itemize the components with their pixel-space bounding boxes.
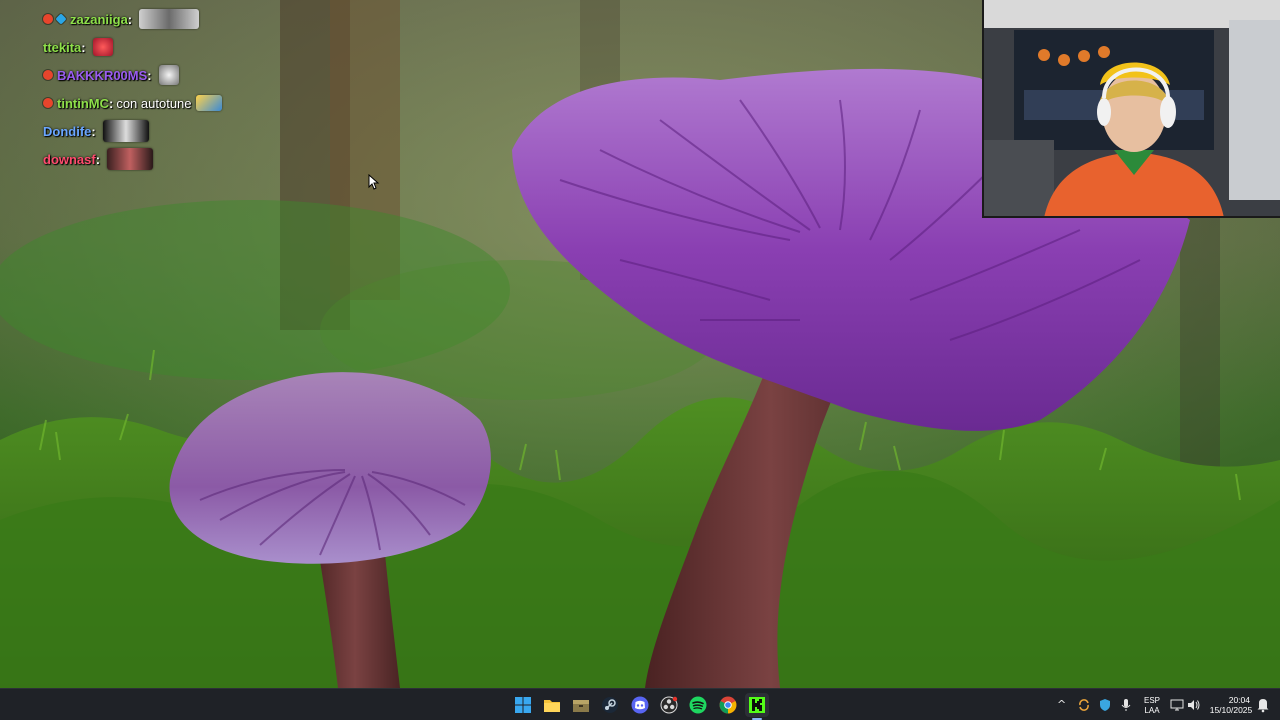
show-hidden-icons-chevron-icon[interactable]: ^ bbox=[1057, 698, 1066, 712]
chat-username[interactable]: ttekita bbox=[43, 40, 81, 55]
chat-username[interactable]: downasf bbox=[43, 152, 96, 167]
obs-button[interactable] bbox=[657, 693, 681, 717]
discord-icon bbox=[631, 696, 649, 714]
folder-icon bbox=[544, 700, 560, 712]
clock-date: 15/10/2025 bbox=[1209, 705, 1253, 715]
chat-message: downasf: bbox=[43, 145, 303, 173]
chat-message: ttekita: bbox=[43, 33, 303, 61]
subscriber-badge-icon bbox=[43, 70, 53, 80]
mouse-cursor-icon bbox=[368, 174, 380, 190]
subscriber-badge-icon bbox=[43, 14, 53, 24]
chat-emote-icon bbox=[107, 148, 154, 170]
chat-emote-icon bbox=[102, 120, 149, 142]
chat-message-text: con autotune bbox=[116, 95, 192, 111]
chat-separator: : bbox=[91, 123, 96, 139]
start-button[interactable] bbox=[511, 693, 535, 717]
chat-message: tintinMC: con autotune bbox=[43, 89, 303, 117]
kick-button[interactable] bbox=[745, 693, 769, 720]
steam-icon bbox=[602, 697, 618, 713]
security-shield-icon[interactable] bbox=[1098, 698, 1112, 712]
chat-username[interactable]: BAKKKR00MS bbox=[57, 68, 147, 83]
chat-emote-icon bbox=[139, 9, 200, 29]
clock[interactable]: 20:04 15/10/2025 bbox=[1206, 695, 1256, 715]
chat-separator: : bbox=[81, 39, 86, 55]
game-launcher-button[interactable] bbox=[569, 693, 593, 717]
steam-button[interactable] bbox=[598, 693, 622, 717]
chat-message: zazaniiga: bbox=[43, 5, 303, 33]
chat-username[interactable]: Dondife bbox=[43, 124, 91, 139]
chat-emote-icon bbox=[158, 65, 179, 85]
chat-username[interactable]: zazaniiga bbox=[70, 12, 128, 27]
clock-time: 20:04 bbox=[1228, 695, 1250, 705]
chat-separator: : bbox=[127, 11, 133, 27]
input-language-indicator[interactable]: ESP LAA bbox=[1140, 696, 1164, 716]
chat-separator: : bbox=[147, 67, 152, 83]
chat-emote-icon bbox=[195, 95, 222, 111]
stream-chat-overlay: zazaniiga: ttekita: BAKKKR00MS: tintinMC: co… bbox=[43, 5, 303, 173]
chat-separator: : bbox=[108, 95, 114, 111]
chrome-icon bbox=[719, 696, 737, 714]
obs-icon bbox=[660, 696, 678, 714]
webcam-overlay bbox=[982, 0, 1280, 218]
notification-bell-icon[interactable] bbox=[1256, 697, 1270, 713]
webcam-feed-image bbox=[984, 0, 1280, 216]
taskbar: ^ ESP LAA 20:04 15/10/2025 bbox=[0, 688, 1280, 720]
verified-badge-icon bbox=[55, 13, 67, 25]
sync-icon[interactable] bbox=[1077, 698, 1091, 712]
file-explorer-button[interactable] bbox=[540, 693, 564, 717]
desktop-wallpaper: zazaniiga: ttekita: BAKKKR00MS: tintinMC: co… bbox=[0, 0, 1280, 688]
keyboard-layout-code: LAA bbox=[1144, 706, 1160, 715]
spotify-button[interactable] bbox=[686, 693, 710, 717]
discord-button[interactable] bbox=[628, 693, 652, 717]
chrome-button[interactable] bbox=[716, 693, 740, 717]
chat-emote-icon bbox=[92, 38, 113, 56]
archive-icon bbox=[573, 700, 589, 712]
chat-separator: : bbox=[95, 151, 101, 167]
language-code: ESP bbox=[1143, 696, 1160, 705]
spotify-icon bbox=[689, 696, 707, 714]
chat-message: BAKKKR00MS: bbox=[43, 61, 303, 89]
microphone-icon[interactable] bbox=[1120, 698, 1132, 712]
network-icon[interactable] bbox=[1170, 698, 1184, 712]
windows-logo-icon bbox=[515, 697, 531, 713]
chat-username[interactable]: tintinMC bbox=[57, 96, 109, 111]
volume-icon[interactable] bbox=[1187, 698, 1201, 712]
chat-message: Dondife: bbox=[43, 117, 303, 145]
kick-icon bbox=[749, 697, 765, 713]
subscriber-badge-icon bbox=[43, 98, 53, 108]
